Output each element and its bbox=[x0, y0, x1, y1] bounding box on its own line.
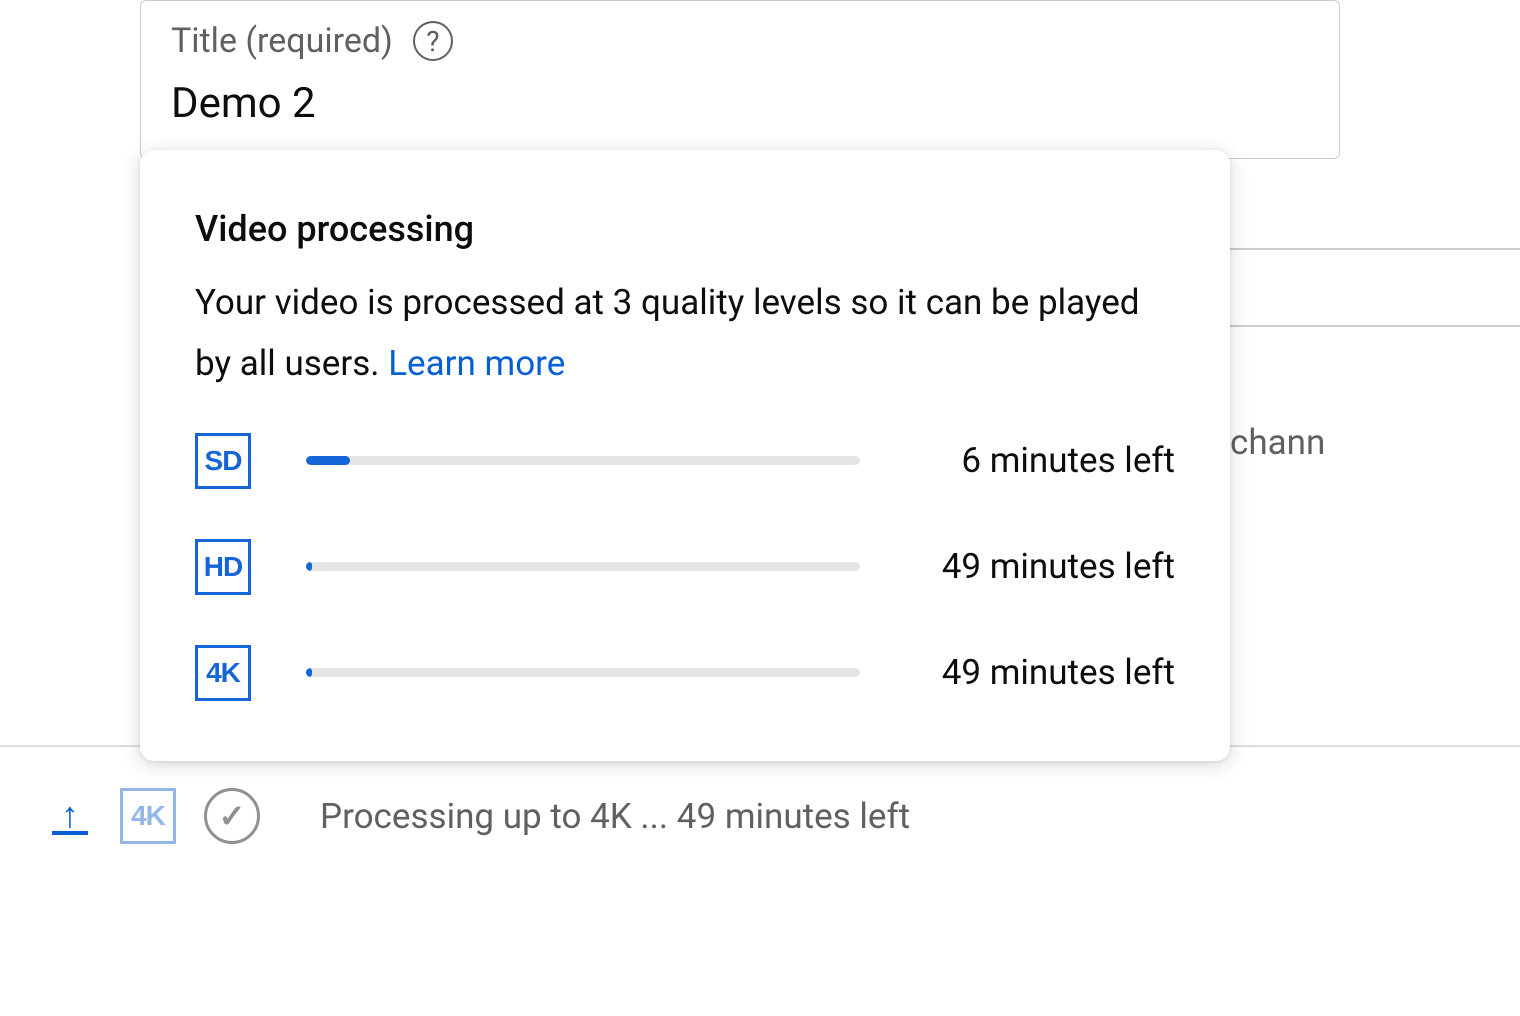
hd-progress-fill bbox=[306, 562, 312, 571]
upload-icon: ↑ bbox=[48, 794, 92, 838]
quality-row-4k: 4K 49 minutes left bbox=[195, 645, 1175, 701]
title-label-row: Title (required) ? bbox=[171, 21, 1309, 61]
background-divider bbox=[1230, 325, 1520, 327]
fourk-time-left: 49 minutes left bbox=[915, 652, 1175, 693]
sd-time-left: 6 minutes left bbox=[915, 440, 1175, 481]
sd-progress-fill bbox=[306, 456, 350, 465]
upload-line-icon bbox=[52, 831, 88, 835]
hd-progress-bar bbox=[306, 562, 860, 571]
quality-row-hd: HD 49 minutes left bbox=[195, 539, 1175, 595]
fourk-status-badge-icon: 4K bbox=[120, 788, 176, 844]
popup-description: Your video is processed at 3 quality lev… bbox=[195, 272, 1175, 395]
title-input[interactable]: Demo 2 bbox=[171, 79, 1309, 128]
quality-row-sd: SD 6 minutes left bbox=[195, 433, 1175, 489]
hd-badge-icon: HD bbox=[195, 539, 251, 595]
title-field-container[interactable]: Title (required) ? Demo 2 bbox=[140, 0, 1340, 159]
background-divider bbox=[1230, 248, 1520, 250]
video-processing-popup: Video processing Your video is processed… bbox=[140, 150, 1230, 761]
upload-arrow-icon: ↑ bbox=[61, 797, 79, 833]
hd-time-left: 49 minutes left bbox=[915, 546, 1175, 587]
help-icon[interactable]: ? bbox=[413, 21, 453, 61]
processing-status-text: Processing up to 4K ... 49 minutes left bbox=[320, 796, 910, 837]
title-label: Title (required) bbox=[171, 21, 393, 61]
popup-title: Video processing bbox=[195, 208, 1175, 250]
fourk-progress-bar bbox=[306, 668, 860, 677]
sd-badge-icon: SD bbox=[195, 433, 251, 489]
sd-progress-bar bbox=[306, 456, 860, 465]
background-channel-text: chann bbox=[1230, 422, 1325, 463]
bottom-status-bar: ↑ 4K ✓ Processing up to 4K ... 49 minute… bbox=[48, 788, 910, 844]
fourk-badge-icon: 4K bbox=[195, 645, 251, 701]
fourk-progress-fill bbox=[306, 668, 312, 677]
popup-description-text: Your video is processed at 3 quality lev… bbox=[195, 282, 1140, 384]
check-mark-icon: ✓ bbox=[219, 797, 246, 835]
learn-more-link[interactable]: Learn more bbox=[388, 343, 565, 384]
check-circle-icon: ✓ bbox=[204, 788, 260, 844]
